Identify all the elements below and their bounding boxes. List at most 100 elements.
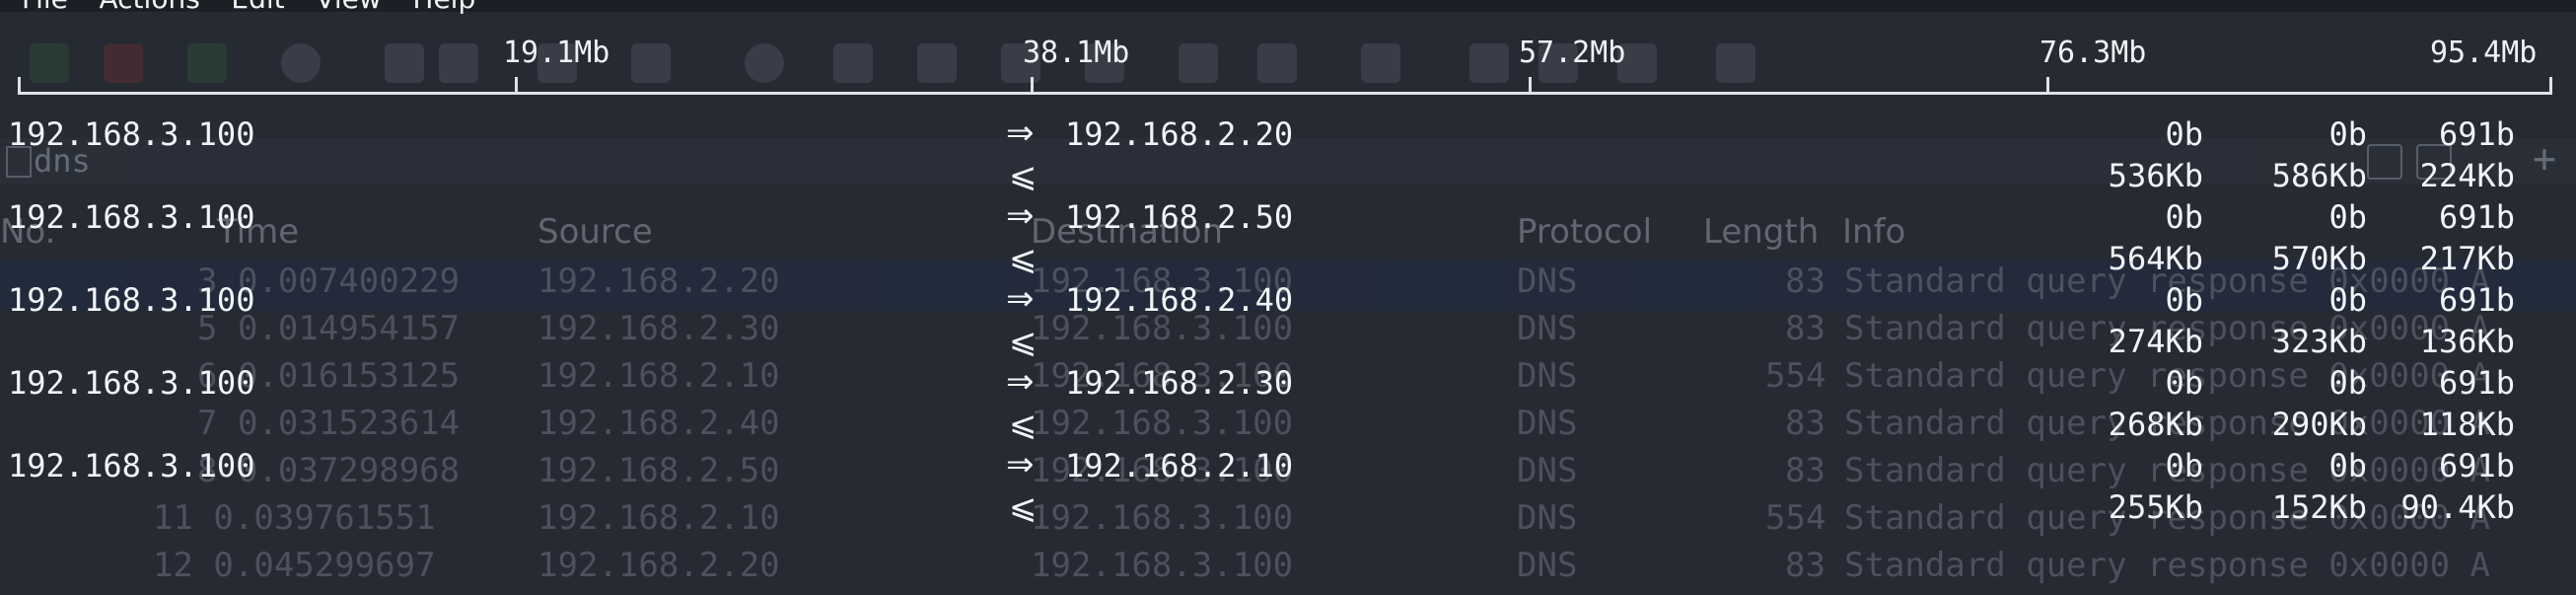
recv-arrow-icon: ⩽ <box>1009 487 1038 527</box>
column-length[interactable]: Length <box>1703 212 1819 252</box>
rx-rate-2s: 268Kb <box>2108 406 2203 443</box>
flow-dest-host: 192.168.2.30 <box>1065 364 1294 402</box>
packet-source: 192.168.2.50 <box>537 451 780 490</box>
packet-info: Standard query response 0x0000 A <box>1844 546 2491 585</box>
tx-rate-10s: 0b <box>2328 115 2367 153</box>
menu-file[interactable]: File <box>22 0 68 15</box>
recv-arrow-icon: ⩽ <box>1009 322 1038 361</box>
tx-rate-2s: 0b <box>2165 364 2203 402</box>
packet-source: 192.168.2.10 <box>537 498 780 538</box>
flow-source-host: 192.168.3.100 <box>8 364 255 402</box>
packet-no-time: 12 0.045299697 <box>153 546 436 585</box>
rx-rate-40s: 136Kb <box>2419 323 2515 360</box>
tx-rate-10s: 0b <box>2328 364 2367 402</box>
scale-tick <box>515 77 518 95</box>
go-back-icon[interactable] <box>833 43 873 83</box>
packet-row[interactable]: 12 0.045299697 192.168.2.20 192.168.3.10… <box>0 546 2576 595</box>
packet-length: 554 <box>1765 356 1826 396</box>
go-last-icon[interactable] <box>1179 43 1218 83</box>
rx-rate-10s: 586Kb <box>2271 157 2367 194</box>
packet-length: 83 <box>1785 404 1825 443</box>
tx-rate-40s: 691b <box>2438 364 2515 402</box>
tx-rate-2s: 0b <box>2165 198 2203 236</box>
rx-rate-10s: 290Kb <box>2271 406 2367 443</box>
save-file-icon[interactable] <box>439 43 478 83</box>
packet-source: 192.168.2.40 <box>537 404 780 443</box>
tx-rate-2s: 0b <box>2165 447 2203 484</box>
menu-edit[interactable]: Edit <box>231 0 284 15</box>
add-filter-button-icon[interactable]: + <box>2533 136 2556 182</box>
tx-rate-10s: 0b <box>2328 198 2367 236</box>
capture-options-gear-icon[interactable] <box>281 43 321 83</box>
colorize-icon[interactable] <box>1361 43 1400 83</box>
tx-rate-10s: 0b <box>2328 447 2367 484</box>
packet-no-time: 7 0.031523614 <box>197 404 461 443</box>
find-packet-icon[interactable] <box>745 43 784 83</box>
resize-columns-icon[interactable] <box>1716 43 1755 83</box>
flow-source-host: 192.168.3.100 <box>8 447 255 484</box>
packet-protocol: DNS <box>1517 356 1578 396</box>
scale-label: 38.1Mb <box>1023 36 1130 70</box>
packet-source: 192.168.2.30 <box>537 309 780 348</box>
packet-protocol: DNS <box>1517 404 1578 443</box>
open-file-icon[interactable] <box>385 43 424 83</box>
scale-tick <box>1529 77 1532 95</box>
menu-help[interactable]: Help <box>412 0 475 15</box>
scale-tick <box>2046 77 2049 95</box>
packet-length: 83 <box>1785 309 1825 348</box>
restart-capture-icon[interactable] <box>187 43 227 83</box>
packet-destination: 192.168.3.100 <box>1031 546 1294 585</box>
go-forward-icon[interactable] <box>917 43 957 83</box>
packet-length: 83 <box>1785 451 1825 490</box>
tx-rate-40s: 691b <box>2438 447 2515 484</box>
packet-source: 192.168.2.20 <box>537 546 780 585</box>
packet-no-time: 11 0.039761551 <box>153 498 436 538</box>
tx-rate-2s: 0b <box>2165 115 2203 153</box>
send-arrow-icon: ⇒ <box>1006 113 1035 153</box>
rx-rate-40s: 217Kb <box>2419 240 2515 277</box>
scale-tick <box>2549 77 2552 95</box>
send-arrow-icon: ⇒ <box>1006 362 1035 402</box>
scale-label: 76.3Mb <box>2039 36 2147 70</box>
flow-source-host: 192.168.3.100 <box>8 115 255 153</box>
rx-rate-40s: 224Kb <box>2419 157 2515 194</box>
stop-capture-icon[interactable] <box>104 43 143 83</box>
menu-view[interactable]: View <box>316 0 381 15</box>
zoom-in-icon[interactable] <box>1469 43 1509 83</box>
send-arrow-icon: ⇒ <box>1006 279 1035 319</box>
send-arrow-icon: ⇒ <box>1006 445 1035 484</box>
tx-rate-40s: 691b <box>2438 281 2515 319</box>
column-source[interactable]: Source <box>537 212 653 252</box>
rx-rate-10s: 570Kb <box>2271 240 2367 277</box>
packet-length: 83 <box>1785 261 1825 301</box>
recv-arrow-icon: ⩽ <box>1009 405 1038 444</box>
packet-length: 554 <box>1765 498 1826 538</box>
menu-actions[interactable]: Actions <box>100 0 200 15</box>
scale-axis-line <box>18 92 2552 95</box>
auto-scroll-icon[interactable] <box>1257 43 1297 83</box>
send-arrow-icon: ⇒ <box>1006 196 1035 236</box>
recv-arrow-icon: ⩽ <box>1009 156 1038 195</box>
packet-length: 83 <box>1785 546 1825 585</box>
flow-source-host: 192.168.3.100 <box>8 198 255 236</box>
column-protocol[interactable]: Protocol <box>1517 212 1652 252</box>
packet-protocol: DNS <box>1517 498 1578 538</box>
reload-file-icon[interactable] <box>631 43 671 83</box>
rx-rate-40s: 118Kb <box>2419 406 2515 443</box>
packet-protocol: DNS <box>1517 451 1578 490</box>
packet-source: 192.168.2.20 <box>537 261 780 301</box>
rx-rate-10s: 152Kb <box>2271 488 2367 526</box>
shark-fin-start-icon[interactable] <box>30 43 69 83</box>
rx-rate-2s: 564Kb <box>2108 240 2203 277</box>
rx-rate-2s: 274Kb <box>2108 323 2203 360</box>
packet-source: 192.168.2.10 <box>537 356 780 396</box>
tx-rate-40s: 691b <box>2438 198 2515 236</box>
scale-tick <box>18 77 21 95</box>
packet-protocol: DNS <box>1517 309 1578 348</box>
scale-label: 19.1Mb <box>503 36 610 70</box>
flow-dest-host: 192.168.2.40 <box>1065 281 1294 319</box>
column-info[interactable]: Info <box>1842 212 1905 252</box>
tx-rate-2s: 0b <box>2165 281 2203 319</box>
scale-tick <box>1031 77 1034 95</box>
scale-label: 57.2Mb <box>1519 36 1626 70</box>
